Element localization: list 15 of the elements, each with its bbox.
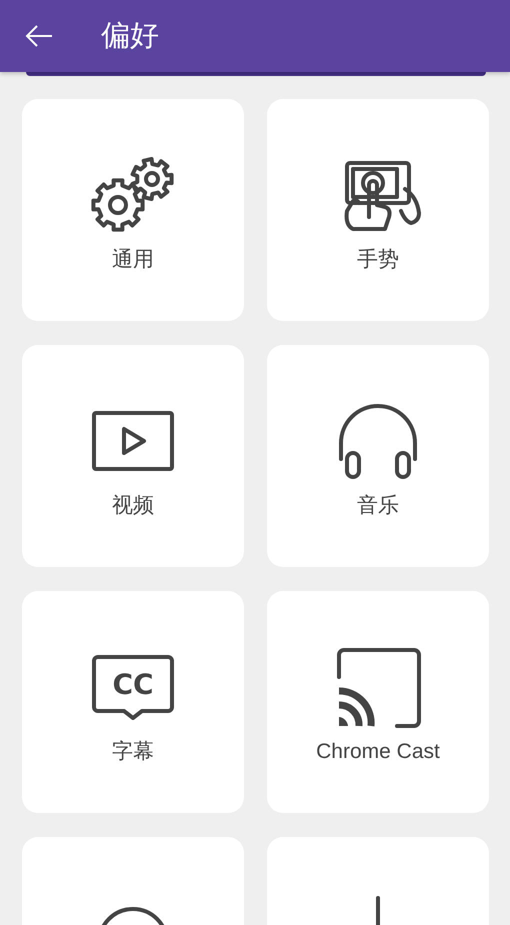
tile-label: 视频 <box>112 493 154 518</box>
tile-label: 手势 <box>357 247 399 272</box>
tile-label: Chrome Cast <box>316 739 440 764</box>
settings-tile[interactable]: 视频 <box>22 345 244 567</box>
tile-label: 音乐 <box>357 493 399 518</box>
settings-tile[interactable]: 通用 <box>22 99 244 321</box>
tile-label: 通用 <box>112 247 154 272</box>
settings-tile[interactable]: 音乐 <box>267 345 489 567</box>
page-title: 偏好 <box>101 22 159 50</box>
back-arrow-icon[interactable] <box>24 24 54 48</box>
tile-label: 字幕 <box>112 739 154 764</box>
settings-tile[interactable]: CC 字幕 <box>22 591 244 813</box>
settings-tile[interactable]: 手势 <box>267 99 489 321</box>
vertical-line-icon <box>374 895 382 925</box>
settings-tile[interactable]: Chrome Cast <box>267 591 489 813</box>
